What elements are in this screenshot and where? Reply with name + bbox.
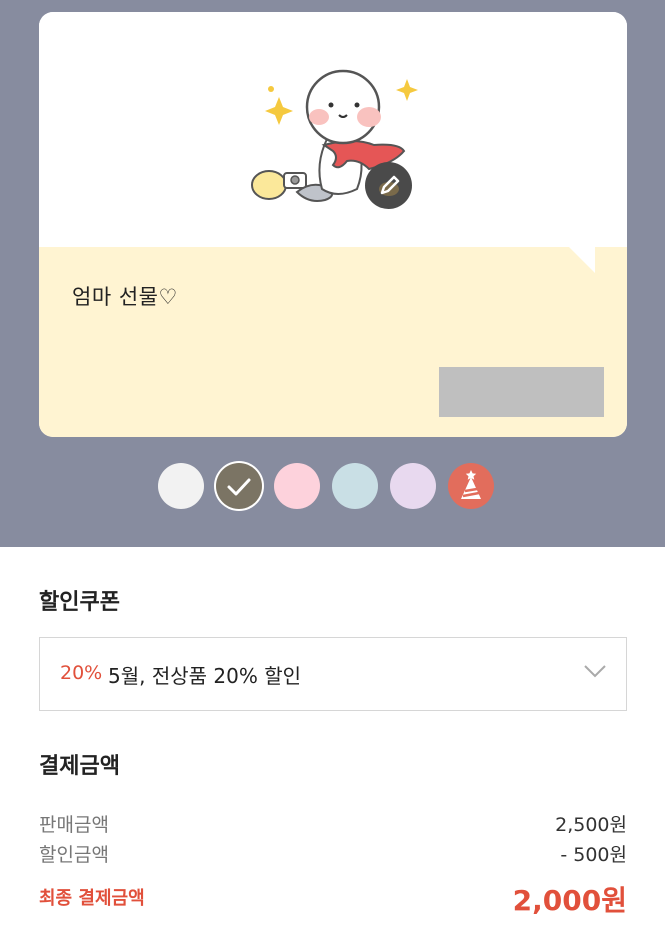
edit-image-button[interactable] xyxy=(365,162,412,209)
sale-amount-value: 2,500원 xyxy=(555,814,627,836)
speech-bubble-tail xyxy=(569,247,595,273)
party-hat-icon xyxy=(461,470,481,499)
coupon-percent: 20% xyxy=(60,662,103,684)
swatch-party[interactable] xyxy=(448,463,494,509)
card-message-text: 엄마 선물♡ xyxy=(72,285,178,309)
check-icon xyxy=(227,478,251,496)
final-amount-value: 2,000원 xyxy=(512,884,627,917)
payment-section-title: 결제금액 xyxy=(39,754,120,779)
sale-amount-label: 판매금액 xyxy=(39,814,109,836)
swatch-olive-brown[interactable] xyxy=(216,463,262,509)
card-image-area xyxy=(39,12,627,247)
sender-redacted-block xyxy=(439,367,604,417)
coupon-dropdown[interactable]: 20% 5월, 전상품 20% 할인 xyxy=(39,637,627,711)
swatch-pink[interactable] xyxy=(274,463,320,509)
coupon-section-title: 할인쿠폰 xyxy=(39,590,120,615)
gift-card-preview-area: 엄마 선물♡ xyxy=(0,0,665,547)
card-color-picker xyxy=(158,463,494,509)
card-message-area[interactable]: 엄마 선물♡ xyxy=(39,247,627,437)
coupon-name: 5월, 전상품 20% 할인 xyxy=(108,664,302,688)
chevron-down-icon xyxy=(584,665,606,678)
final-amount-label: 최종 결제금액 xyxy=(39,888,145,909)
swatch-lavender[interactable] xyxy=(390,463,436,509)
swatch-white[interactable] xyxy=(158,463,204,509)
swatch-light-blue[interactable] xyxy=(332,463,378,509)
discount-amount-value: - 500원 xyxy=(560,844,627,866)
discount-amount-label: 할인금액 xyxy=(39,844,109,866)
gift-card: 엄마 선물♡ xyxy=(39,12,627,437)
pencil-icon xyxy=(378,175,399,196)
